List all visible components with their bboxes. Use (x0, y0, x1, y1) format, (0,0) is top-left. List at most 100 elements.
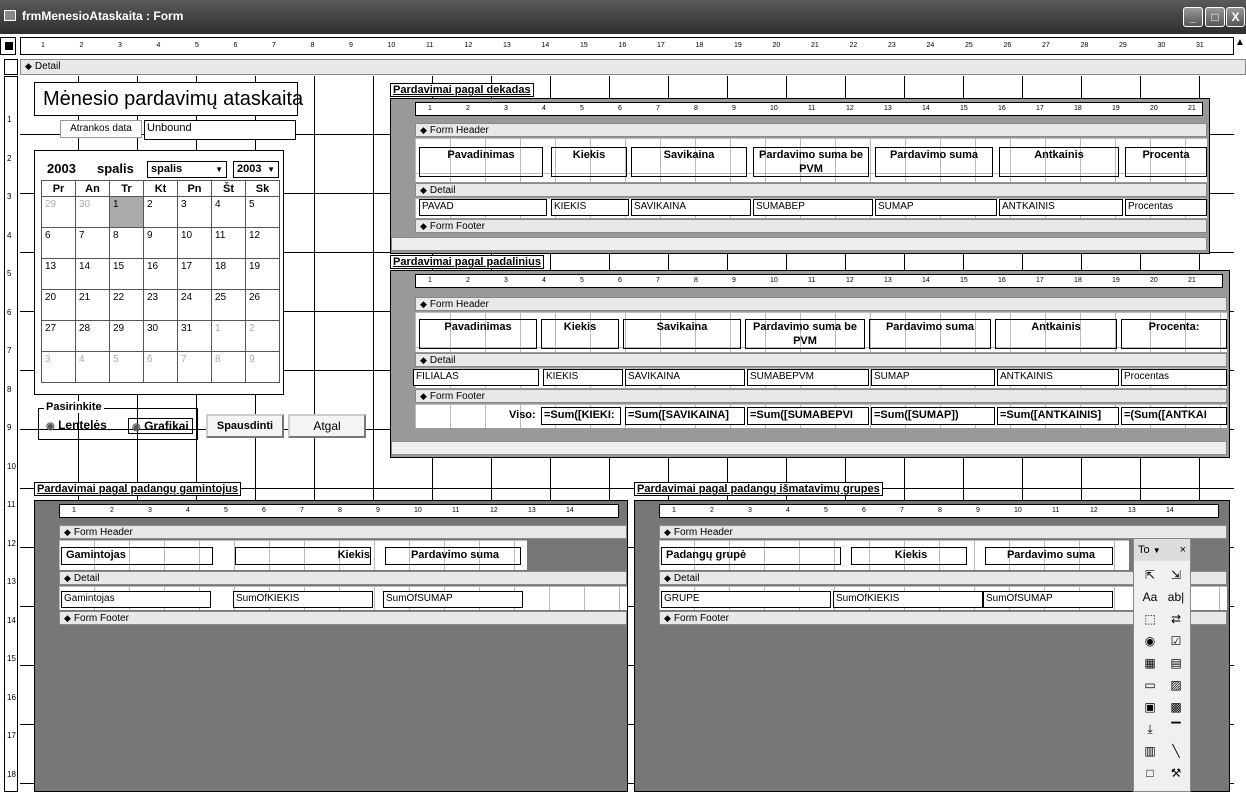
detail-section-bar[interactable]: ◆ Detail (20, 59, 1246, 75)
column-header-label[interactable]: Kiekis (541, 319, 619, 349)
detail-field[interactable]: SumOfSUMAP (983, 591, 1113, 608)
detail-field[interactable]: SUMAP (875, 199, 997, 216)
form-footer-bar[interactable]: ◆ Form Footer (415, 389, 1227, 403)
calendar-day[interactable]: 15 (109, 258, 144, 290)
calendar-day[interactable]: 24 (177, 289, 212, 321)
detail-field[interactable]: FILIALAS (413, 369, 539, 386)
detail-field[interactable]: SumOfKIEKIS (833, 591, 983, 608)
column-header-label[interactable]: Pardavimo suma (385, 547, 521, 565)
subform-icon[interactable]: ▥ (1140, 741, 1160, 761)
close-icon[interactable]: × (1180, 539, 1186, 561)
calendar-day[interactable]: 18 (211, 258, 246, 290)
calendar-day[interactable]: 9 (245, 351, 280, 383)
calendar-day[interactable]: 17 (177, 258, 212, 290)
bound-object-icon[interactable]: ▩ (1166, 697, 1186, 717)
select-form-box[interactable] (0, 37, 16, 55)
calendar-day[interactable]: 21 (75, 289, 110, 321)
line-icon[interactable]: ╲ (1166, 741, 1186, 761)
calendar-day[interactable]: 29 (41, 196, 76, 228)
detail-field[interactable]: Procentas (1121, 369, 1227, 386)
column-header-label[interactable]: Pardavimo suma be PVM (745, 319, 865, 349)
column-header-label[interactable]: Kiekis (235, 547, 371, 565)
calendar-day[interactable]: 2 (245, 320, 280, 352)
section-selector[interactable] (4, 59, 18, 75)
chevron-down-icon[interactable]: ▼ (1153, 546, 1161, 555)
detail-bar[interactable]: ◆ Detail (415, 353, 1227, 367)
wizard-icon[interactable]: ⇲ (1166, 565, 1186, 585)
column-header-label[interactable]: Pavadinimas (419, 147, 543, 177)
footer-sum-field[interactable]: =Sum([SAVIKAINA] (625, 407, 745, 425)
toolbox-title-bar[interactable]: To ▼ × (1134, 539, 1190, 561)
date-field[interactable]: Unbound (144, 120, 296, 140)
detail-field[interactable]: SUMAP (871, 369, 995, 386)
page-break-icon[interactable]: ⤓ (1140, 719, 1160, 739)
calendar-day[interactable]: 2 (143, 196, 178, 228)
calendar-day[interactable]: 12 (245, 227, 280, 259)
option-icon[interactable]: ◉ (1140, 631, 1160, 651)
form-footer-bar[interactable]: ◆ Form Footer (415, 219, 1207, 233)
detail-field[interactable]: GRUPE (661, 591, 831, 608)
detail-field[interactable]: KIEKIS (543, 369, 623, 386)
column-header-label[interactable]: Savikaina (631, 147, 747, 177)
footer-sum-field[interactable]: =Sum([KIEKI: (541, 407, 621, 425)
calendar-day[interactable]: 27 (41, 320, 76, 352)
detail-field[interactable]: SumOfSUMAP (383, 591, 523, 608)
horizontal-scrollbar[interactable] (391, 441, 1227, 455)
detail-field[interactable]: ANTKAINIS (999, 199, 1123, 216)
month-select[interactable]: spalis ▼ (147, 161, 227, 178)
calendar-day[interactable]: 28 (75, 320, 110, 352)
calendar-day[interactable]: 16 (143, 258, 178, 290)
combobox-icon[interactable]: ▦ (1140, 653, 1160, 673)
calendar-control[interactable]: 2003 spalis spalis ▼ 2003 ▼ Pr An Tr Kt Pn Št… (34, 150, 284, 395)
column-header-label[interactable]: Pardavimo suma (985, 547, 1113, 565)
maximize-button[interactable]: □ (1205, 7, 1225, 27)
pointer-icon[interactable]: ⇱ (1140, 565, 1160, 585)
calendar-day[interactable]: 4 (75, 351, 110, 383)
detail-field[interactable]: KIEKIS (551, 199, 629, 216)
listbox-icon[interactable]: ▤ (1166, 653, 1186, 673)
calendar-day[interactable]: 26 (245, 289, 280, 321)
calendar-day[interactable]: 30 (143, 320, 178, 352)
column-header-label[interactable]: Pardavimo suma be PVM (753, 147, 869, 177)
option-grafikai[interactable]: ◉ Grafikai (128, 418, 193, 434)
radio-icon[interactable]: ◉ (132, 422, 141, 433)
calendar-day[interactable]: 20 (41, 289, 76, 321)
calendar-day[interactable]: 19 (245, 258, 280, 290)
calendar-day[interactable]: 1 (109, 196, 144, 228)
tab-control-icon[interactable]: ▔ (1166, 719, 1186, 739)
form-footer-bar[interactable]: ◆ Form Footer (59, 611, 627, 625)
subform-manufacturer[interactable]: 1 2 3 4 5 6 7 8 9 10 11 12 13 14 ◆ Form Header Gaminto… (34, 500, 628, 792)
calendar-day[interactable]: 1 (211, 320, 246, 352)
form-header-bar[interactable]: ◆ Form Header (415, 123, 1207, 137)
calendar-day[interactable]: 10 (177, 227, 212, 259)
column-header-label[interactable]: Procenta: (1121, 319, 1227, 349)
detail-field[interactable]: SAVIKAINA (631, 199, 751, 216)
calendar-day[interactable]: 3 (177, 196, 212, 228)
textbox-icon[interactable]: ab| (1166, 587, 1186, 607)
calendar-day[interactable]: 22 (109, 289, 144, 321)
toolbox[interactable]: To ▼ × ⇱ ⇲ Aa ab| ⬚ ⇄ ◉ ☑ ▦ ▤ ▭ ▨ ▣ ▩ ⤓ ▔ ▥ ╲ □ ⚒ (1133, 538, 1191, 792)
calendar-day[interactable]: 23 (143, 289, 178, 321)
detail-field[interactable]: PAVAD (419, 199, 547, 216)
command-button-icon[interactable]: ▭ (1140, 675, 1160, 695)
toggle-icon[interactable]: ⇄ (1166, 609, 1186, 629)
calendar-day[interactable]: 7 (177, 351, 212, 383)
calendar-day[interactable]: 7 (75, 227, 110, 259)
detail-bar[interactable]: ◆ Detail (415, 183, 1207, 197)
detail-bar[interactable]: ◆ Detail (59, 571, 627, 585)
column-header-label[interactable]: Pavadinimas (419, 319, 537, 349)
calendar-day[interactable]: 14 (75, 258, 110, 290)
detail-field[interactable]: Procentas (1125, 199, 1207, 216)
back-button[interactable]: Atgal (288, 414, 366, 438)
detail-field[interactable]: SumOfKIEKIS (233, 591, 373, 608)
footer-sum-field[interactable]: =Sum([ANTKAINIS] (997, 407, 1119, 425)
footer-sum-field[interactable]: =Sum([SUMABEPVI (747, 407, 869, 425)
form-header-bar[interactable]: ◆ Form Header (59, 525, 627, 539)
more-controls-icon[interactable]: ⚒ (1166, 763, 1186, 783)
label-icon[interactable]: Aa (1140, 587, 1160, 607)
calendar-day[interactable]: 4 (211, 196, 246, 228)
detail-field[interactable]: SUMABEP (753, 199, 873, 216)
calendar-day[interactable]: 6 (143, 351, 178, 383)
calendar-day[interactable]: 8 (109, 227, 144, 259)
column-header-label[interactable]: Pardavimo suma (875, 147, 993, 177)
